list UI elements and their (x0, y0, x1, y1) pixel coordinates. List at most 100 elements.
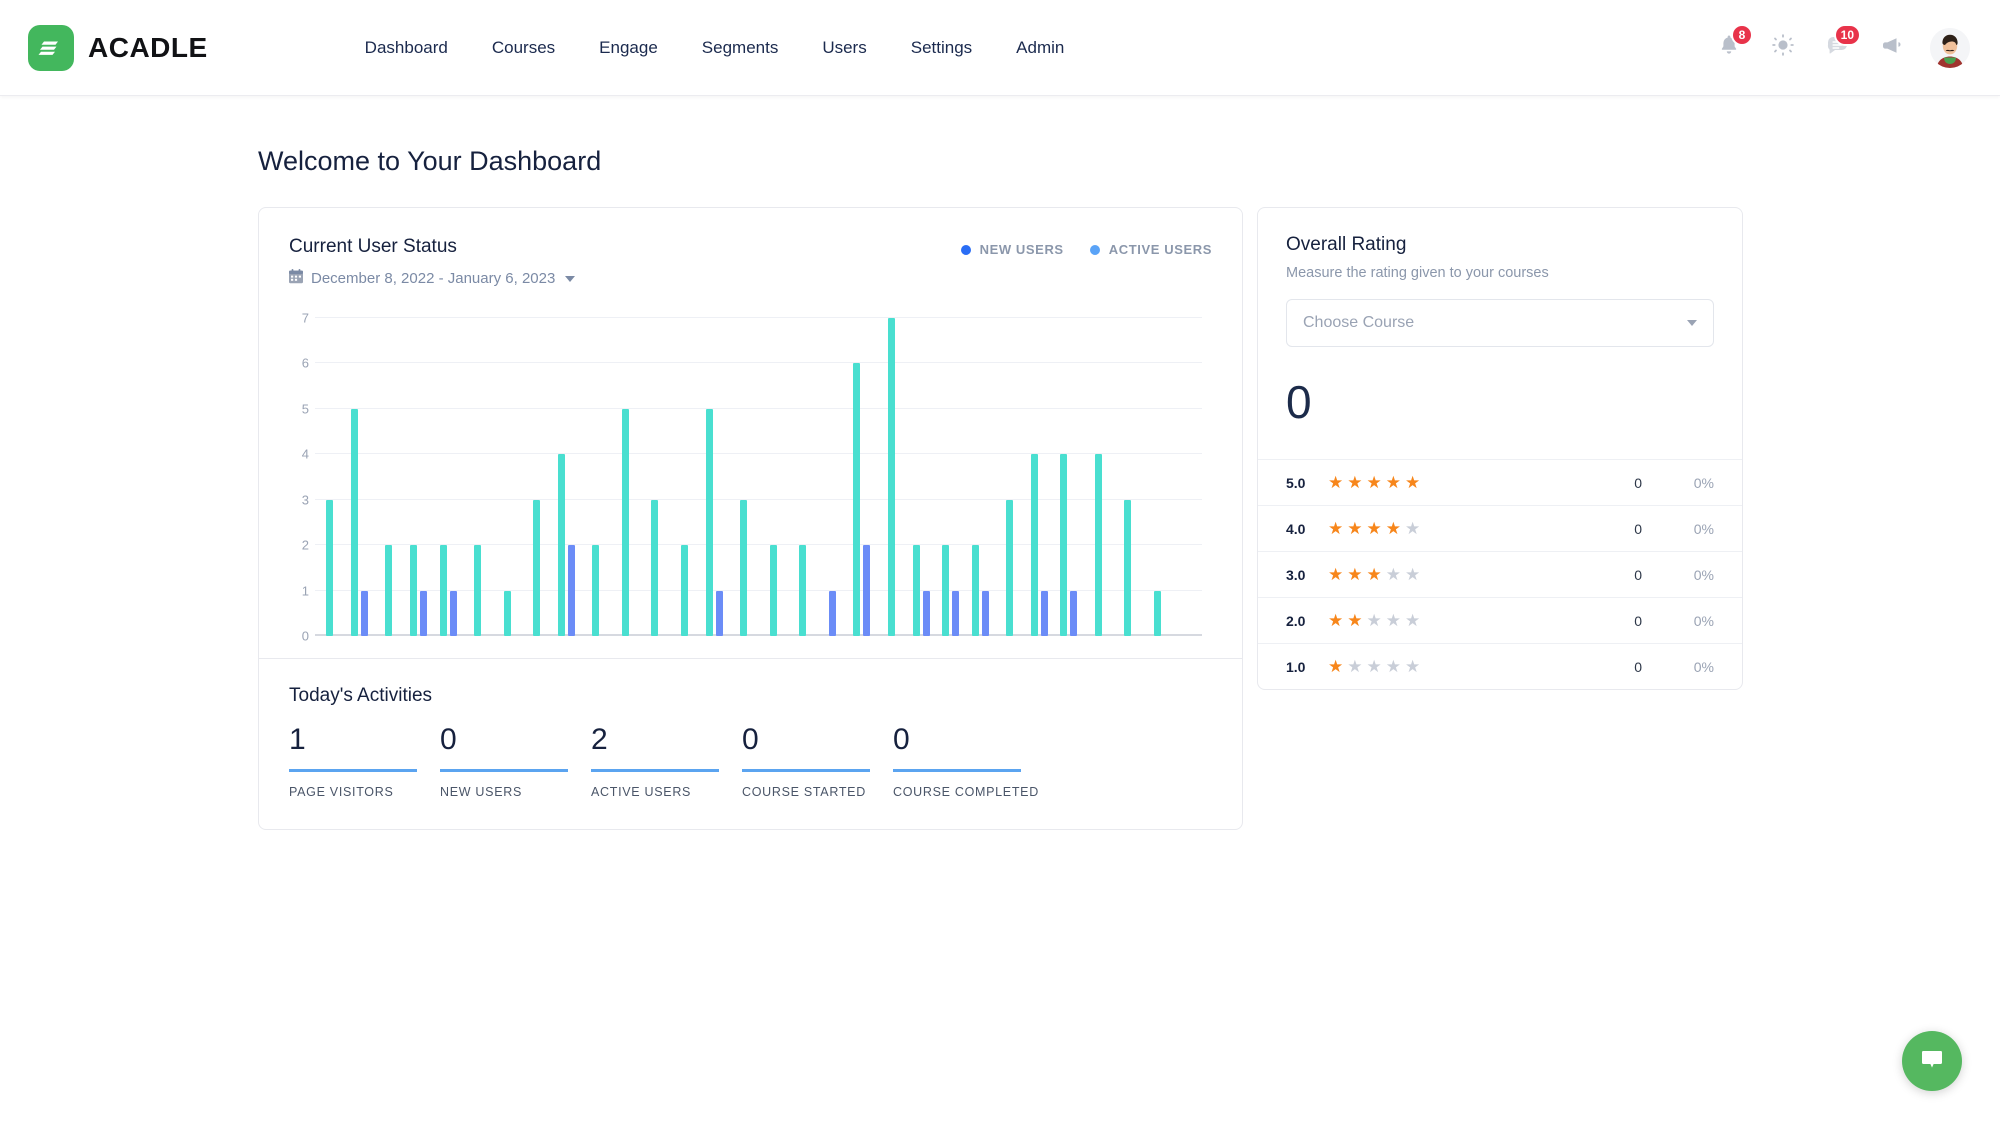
chart-bar-active-users[interactable] (769, 545, 777, 636)
chart-bar-group[interactable] (995, 318, 1025, 636)
chat-widget-button[interactable] (1902, 1031, 1962, 1091)
chart-bar-group[interactable] (1143, 318, 1173, 636)
chart-bar-new-users[interactable] (715, 590, 723, 636)
chart-bar-active-users[interactable] (533, 499, 541, 636)
chart-bar-group[interactable] (640, 318, 670, 636)
chart-bar-group[interactable] (611, 318, 641, 636)
chart-bar-new-users[interactable] (981, 590, 989, 636)
chart-bar-group[interactable] (906, 318, 936, 636)
rating-stars: ★ ★ ★ ★ ★ (1328, 520, 1582, 537)
nav-item-settings[interactable]: Settings (889, 28, 994, 68)
rating-row[interactable]: 2.0 ★ ★ ★ ★ ★ 0 0% (1258, 597, 1742, 643)
legend-item-new-users[interactable]: NEW USERS (960, 242, 1064, 257)
chart-bar-group[interactable] (315, 318, 345, 636)
chart-bar-active-users[interactable] (740, 499, 748, 636)
chart-bar-group[interactable] (1113, 318, 1143, 636)
star-icon: ★ (1328, 473, 1344, 492)
chart-bar-group[interactable] (699, 318, 729, 636)
chart-bar-active-users[interactable] (705, 408, 713, 636)
chart-bar-group[interactable] (1084, 318, 1114, 636)
chart-bar-group[interactable] (936, 318, 966, 636)
messages-button[interactable]: 10 (1822, 23, 1861, 63)
rating-row[interactable]: 1.0 ★ ★ ★ ★ ★ 0 0% (1258, 643, 1742, 689)
chart-bar-active-users[interactable] (409, 545, 417, 636)
chart-bar-group[interactable] (552, 318, 582, 636)
chart-bar-active-users[interactable] (942, 545, 950, 636)
chart-bar-new-users[interactable] (1070, 590, 1078, 636)
nav-item-engage[interactable]: Engage (577, 28, 680, 68)
chart-bar-group[interactable] (847, 318, 877, 636)
rating-row[interactable]: 3.0 ★ ★ ★ ★ ★ 0 0% (1258, 551, 1742, 597)
activity-stat-rule (742, 769, 870, 772)
chart-bar-new-users[interactable] (952, 590, 960, 636)
chart-bar-new-users[interactable] (1040, 590, 1048, 636)
chart-bar-new-users[interactable] (360, 590, 368, 636)
chart-bar-new-users[interactable] (828, 590, 836, 636)
rating-row[interactable]: 4.0 ★ ★ ★ ★ ★ 0 0% (1258, 505, 1742, 551)
chart-bar-group[interactable] (433, 318, 463, 636)
chart-bar-group[interactable] (404, 318, 434, 636)
chart-bar-new-users[interactable] (567, 545, 575, 636)
chart-bar-group[interactable] (1025, 318, 1055, 636)
chart-bar-active-users[interactable] (912, 545, 920, 636)
chart-bar-group[interactable] (818, 318, 848, 636)
star-icon: ★ (1366, 519, 1382, 538)
chart-bar-active-users[interactable] (474, 545, 482, 636)
chart-bar-group[interactable] (670, 318, 700, 636)
chart-bar-group[interactable] (463, 318, 493, 636)
date-range-picker[interactable]: December 8, 2022 - January 6, 2023 (289, 269, 576, 288)
chart-bar-active-users[interactable] (1094, 454, 1102, 636)
chart-bar-group[interactable] (492, 318, 522, 636)
chart-bar-group[interactable] (581, 318, 611, 636)
chart-bar-active-users[interactable] (971, 545, 979, 636)
nav-item-admin[interactable]: Admin (994, 28, 1086, 68)
theme-toggle-button[interactable] (1768, 33, 1798, 63)
legend-item-active-users[interactable]: ACTIVE USERS (1089, 242, 1212, 257)
chart-bar-new-users[interactable] (449, 590, 457, 636)
chart-bar-active-users[interactable] (799, 545, 807, 636)
chart-bar-new-users[interactable] (922, 590, 930, 636)
chart-bar-active-users[interactable] (621, 408, 629, 636)
chart-bar-active-users[interactable] (1060, 454, 1068, 636)
chart-bar-new-users[interactable] (419, 590, 427, 636)
chart-bar-active-users[interactable] (1006, 499, 1014, 636)
chart-bar-active-users[interactable] (1030, 454, 1038, 636)
nav-item-dashboard[interactable]: Dashboard (343, 28, 470, 68)
rating-row[interactable]: 5.0 ★ ★ ★ ★ ★ 0 0% (1258, 459, 1742, 505)
chart-bar-group[interactable] (1054, 318, 1084, 636)
chart-title: Current User Status (289, 236, 457, 257)
announcements-button[interactable] (1876, 33, 1906, 63)
choose-course-select[interactable]: Choose Course (1286, 299, 1714, 347)
chart-bar-active-users[interactable] (385, 545, 393, 636)
chart-bar-active-users[interactable] (557, 454, 565, 636)
chart-bar-active-users[interactable] (853, 363, 861, 636)
chart-bar-active-users[interactable] (592, 545, 600, 636)
nav-item-courses[interactable]: Courses (470, 28, 577, 68)
chart-bar-group[interactable] (758, 318, 788, 636)
chart-bar-new-users[interactable] (863, 545, 871, 636)
nav-item-users[interactable]: Users (800, 28, 888, 68)
chart-bar-active-users[interactable] (439, 545, 447, 636)
chart-bar-group[interactable] (1172, 318, 1202, 636)
brand-logo[interactable]: ACADLE (28, 24, 208, 71)
legend-dot-active-users (1089, 244, 1100, 255)
notifications-button[interactable]: 8 (1714, 23, 1753, 63)
chart-bar-group[interactable] (374, 318, 404, 636)
overall-rating-card: Overall Rating Measure the rating given … (1257, 207, 1743, 690)
chart-bar-group[interactable] (877, 318, 907, 636)
avatar[interactable] (1930, 27, 1970, 68)
chart-bar-group[interactable] (965, 318, 995, 636)
chart-bar-active-users[interactable] (326, 499, 334, 636)
chart-bar-active-users[interactable] (1124, 499, 1132, 636)
chart-bar-active-users[interactable] (503, 590, 511, 636)
chart-bar-group[interactable] (788, 318, 818, 636)
chart-bar-group[interactable] (345, 318, 375, 636)
chart-bar-active-users[interactable] (887, 318, 895, 636)
chart-bar-active-users[interactable] (681, 545, 689, 636)
nav-item-segments[interactable]: Segments (680, 28, 801, 68)
chart-bar-group[interactable] (522, 318, 552, 636)
chart-bar-active-users[interactable] (350, 408, 358, 636)
chart-bar-active-users[interactable] (651, 499, 659, 636)
chart-bar-group[interactable] (729, 318, 759, 636)
chart-bar-active-users[interactable] (1154, 590, 1162, 636)
